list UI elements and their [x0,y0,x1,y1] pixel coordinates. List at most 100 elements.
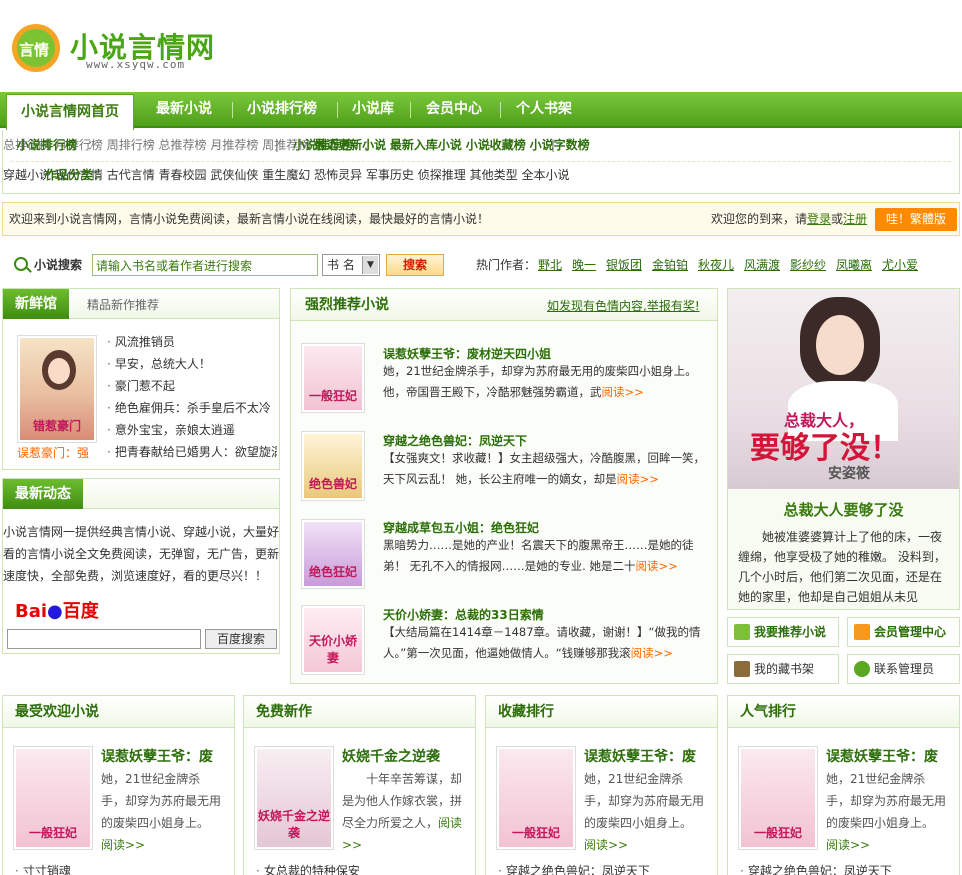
cat-horror[interactable]: 恐怖灵异 [314,168,362,182]
feature-cover[interactable]: 总裁大人， 要够了没！ 安姿筱 [728,289,959,489]
rec-month[interactable]: 月推荐榜 [210,138,258,152]
list-item[interactable]: 穿越之绝色兽妃：凤逆天下 [498,862,650,875]
book-cover[interactable]: 一般狂妃 [738,746,818,850]
read-more-link[interactable]: 阅读>> [826,838,870,852]
nav-member[interactable]: 会员中心 [426,92,482,128]
welcome-login-text: 欢迎您的到来，请登录或注册 [711,212,868,226]
cat-other[interactable]: 其他类型 [470,168,518,182]
cat-military[interactable]: 军事历史 [366,168,414,182]
news-tab[interactable]: 最新动态 [3,479,83,509]
fresh-list-item[interactable]: 绝色雇佣兵：杀手皇后不太冷 [107,399,277,416]
rec-book-title[interactable]: 穿越之绝色兽妃：凤逆天下 [383,432,527,449]
free-new-title: 免费新作 [256,704,312,720]
book-title[interactable]: 误惹妖孽王爷：废 [101,746,213,766]
recommend-novel-button[interactable]: 我要推荐小说 [727,617,839,647]
nav-ranking[interactable]: 小说排行榜 [247,92,317,128]
login-link[interactable]: 登录 [807,212,831,226]
nav-home[interactable]: 小说言情网首页 [6,94,134,132]
traditional-chinese-button[interactable]: 哇！繁體版 [875,208,957,231]
book-cover[interactable]: 一般狂妃 [13,746,93,850]
rec-book-title[interactable]: 天价小娇妻：总裁的33日索情 [383,606,544,623]
fresh-list-item[interactable]: 风流推销员 [107,333,277,350]
baidu-search-input[interactable] [7,629,201,649]
fresh-cover[interactable]: 错惹豪门 [17,335,97,443]
read-more-link[interactable]: 阅读>> [635,559,677,573]
author-link[interactable]: 野北 [538,248,562,282]
word-count-rank[interactable]: 小说字数榜 [530,138,590,152]
author-link[interactable]: 晚一 [572,248,596,282]
fresh-tab[interactable]: 新鲜馆 [3,289,69,319]
fresh-list-item[interactable]: 豪门惹不起 [107,377,277,394]
read-more-link[interactable]: 阅读>> [584,838,628,852]
book-desc: 十年辛苦筹谋，却是为他人作嫁衣裳，拼尽全力所爱之人，阅读>> [342,772,463,852]
list-item[interactable]: 寸寸销魂 [15,862,71,875]
cat-detective[interactable]: 侦探推理 [418,168,466,182]
feature-title[interactable]: 总裁大人要够了没 [728,499,959,520]
author-link[interactable]: 凤曦离 [836,248,872,282]
rank-week[interactable]: 周排行榜 [107,138,155,152]
search-input[interactable] [92,254,318,276]
recommend-title: 强烈推荐小说 [305,297,389,313]
rec-book-title[interactable]: 误惹妖孽王爷：废材逆天四小姐 [383,345,551,362]
read-more-link[interactable]: 阅读>> [617,472,659,486]
rec-total[interactable]: 总推荐榜 [159,138,207,152]
search-button[interactable]: 搜索 [386,254,444,276]
register-link[interactable]: 注册 [843,212,867,226]
list-item[interactable]: 穿越之绝色兽妃：凤逆天下 [740,862,892,875]
rec-cover[interactable]: 一般狂妃 [301,343,365,413]
read-more-link[interactable]: 阅读>> [602,385,644,399]
author-link[interactable]: 尤小爱 [882,248,918,282]
category-row: 作品分类： 穿越小说 现代言情 古代言情 青春校园 武侠仙侠 重生魔幻 恐怖灵异… [3,168,570,182]
search-bar: 小说搜索 书 名▼ 搜索 热门作者： 野北 晚一 银饭团 金铂铂 秋夜儿 风满渡… [2,248,960,282]
book-title[interactable]: 误惹妖孽王爷：废 [826,746,938,766]
author-link[interactable]: 金铂铂 [652,248,688,282]
read-more-link[interactable]: 阅读>> [631,646,673,660]
list-item[interactable]: 女总裁的特种保安 [256,862,360,875]
contact-admin-button[interactable]: 联系管理员 [847,654,960,684]
search-type-select[interactable]: 书 名 ▼ [322,254,380,276]
baidu-search-button[interactable]: 百度搜索 [205,629,277,649]
welcome-text: 欢迎来到小说言情网，言情小说免费阅读，最新言情小说在线阅读，最快最好的言情小说！ [9,212,490,226]
fresh-list-item[interactable]: 早安，总统大人！ [107,355,277,372]
book-cover[interactable]: 妖娆千金之逆袭 [254,746,334,850]
fresh-list-item[interactable]: 意外宝宝，亲娘太逍遥 [107,421,277,438]
book-cover[interactable]: 一般狂妃 [496,746,576,850]
nav-library[interactable]: 小说库 [352,92,394,128]
nav-latest[interactable]: 最新小说 [156,92,212,128]
site-logo[interactable]: 言情 小说言情网 www.xsyqw.com [12,20,232,72]
rec-book-title[interactable]: 穿越成草包五小姐：绝色狂妃 [383,519,539,536]
book-desc: 她，21世纪金牌杀手，却穿为苏府最无用的废柴四小姐身上。 阅读>> [101,772,222,852]
rec-book-desc: 【女强爽文！求收藏！】女主超级强大，冷酷腹黑，回眸一笑，天下风云乱！ 她，长公主… [383,451,705,486]
book-title[interactable]: 误惹妖孽王爷：废 [584,746,696,766]
read-more-link[interactable]: 阅读>> [101,838,145,852]
collect-rank[interactable]: 小说收藏榜 [466,138,526,152]
fresh-list-item[interactable]: 把青春献给已婚男人：欲望旋涡 [107,443,277,460]
fresh-caption[interactable]: 误惹豪门：强 [17,444,89,461]
author-link[interactable]: 风满渡 [744,248,780,282]
vip-icon [854,624,870,640]
my-bookshelf-button[interactable]: 我的藏书架 [727,654,839,684]
author-link[interactable]: 秋夜儿 [698,248,734,282]
cat-ancient[interactable]: 古代言情 [107,168,155,182]
rec-cover[interactable]: 绝色兽妃 [301,431,365,501]
cat-wuxia[interactable]: 武侠仙侠 [210,168,258,182]
free-new-column: 免费新作 妖娆千金之逆袭 妖娆千金之逆袭 十年辛苦筹谋，却是为他人作嫁衣裳，拼尽… [243,695,476,875]
report-link[interactable]: 如发现有色情内容,举报有奖! [547,297,700,314]
book-title[interactable]: 妖娆千金之逆袭 [342,746,440,766]
cat-fantasy[interactable]: 重生魔幻 [262,168,310,182]
nav-bookshelf[interactable]: 个人书架 [516,92,572,128]
cat-campus[interactable]: 青春校园 [159,168,207,182]
search-icon [14,257,28,271]
rec-cover[interactable]: 绝色狂妃 [301,519,365,589]
member-center-button[interactable]: 会员管理中心 [847,617,960,647]
fresh-subtitle: 精品新作推荐 [87,298,160,312]
author-link[interactable]: 影纱纱 [790,248,826,282]
feature-panel: 总裁大人， 要够了没！ 安姿筱 总裁大人要够了没 她被准婆婆算计上了他的床，一夜… [727,288,960,610]
book-desc: 她，21世纪金牌杀手，却穿为苏府最无用的废柴四小姐身上。 阅读>> [826,772,947,852]
author-link[interactable]: 银饭团 [606,248,642,282]
fresh-panel: 新鲜馆 精品新作推荐 错惹豪门 误惹豪门：强 风流推销员 早安，总统大人！ 豪门… [2,288,280,470]
cat-complete[interactable]: 全本小说 [521,168,569,182]
news-panel: 最新动态 小说言情网一提供经典言情小说、穿越小说，大量好看的言情小说全文免费阅读… [2,478,280,654]
rec-cover[interactable]: 天价小娇妻 [301,605,365,675]
cat-time-travel[interactable]: 穿越小说 [3,168,51,182]
